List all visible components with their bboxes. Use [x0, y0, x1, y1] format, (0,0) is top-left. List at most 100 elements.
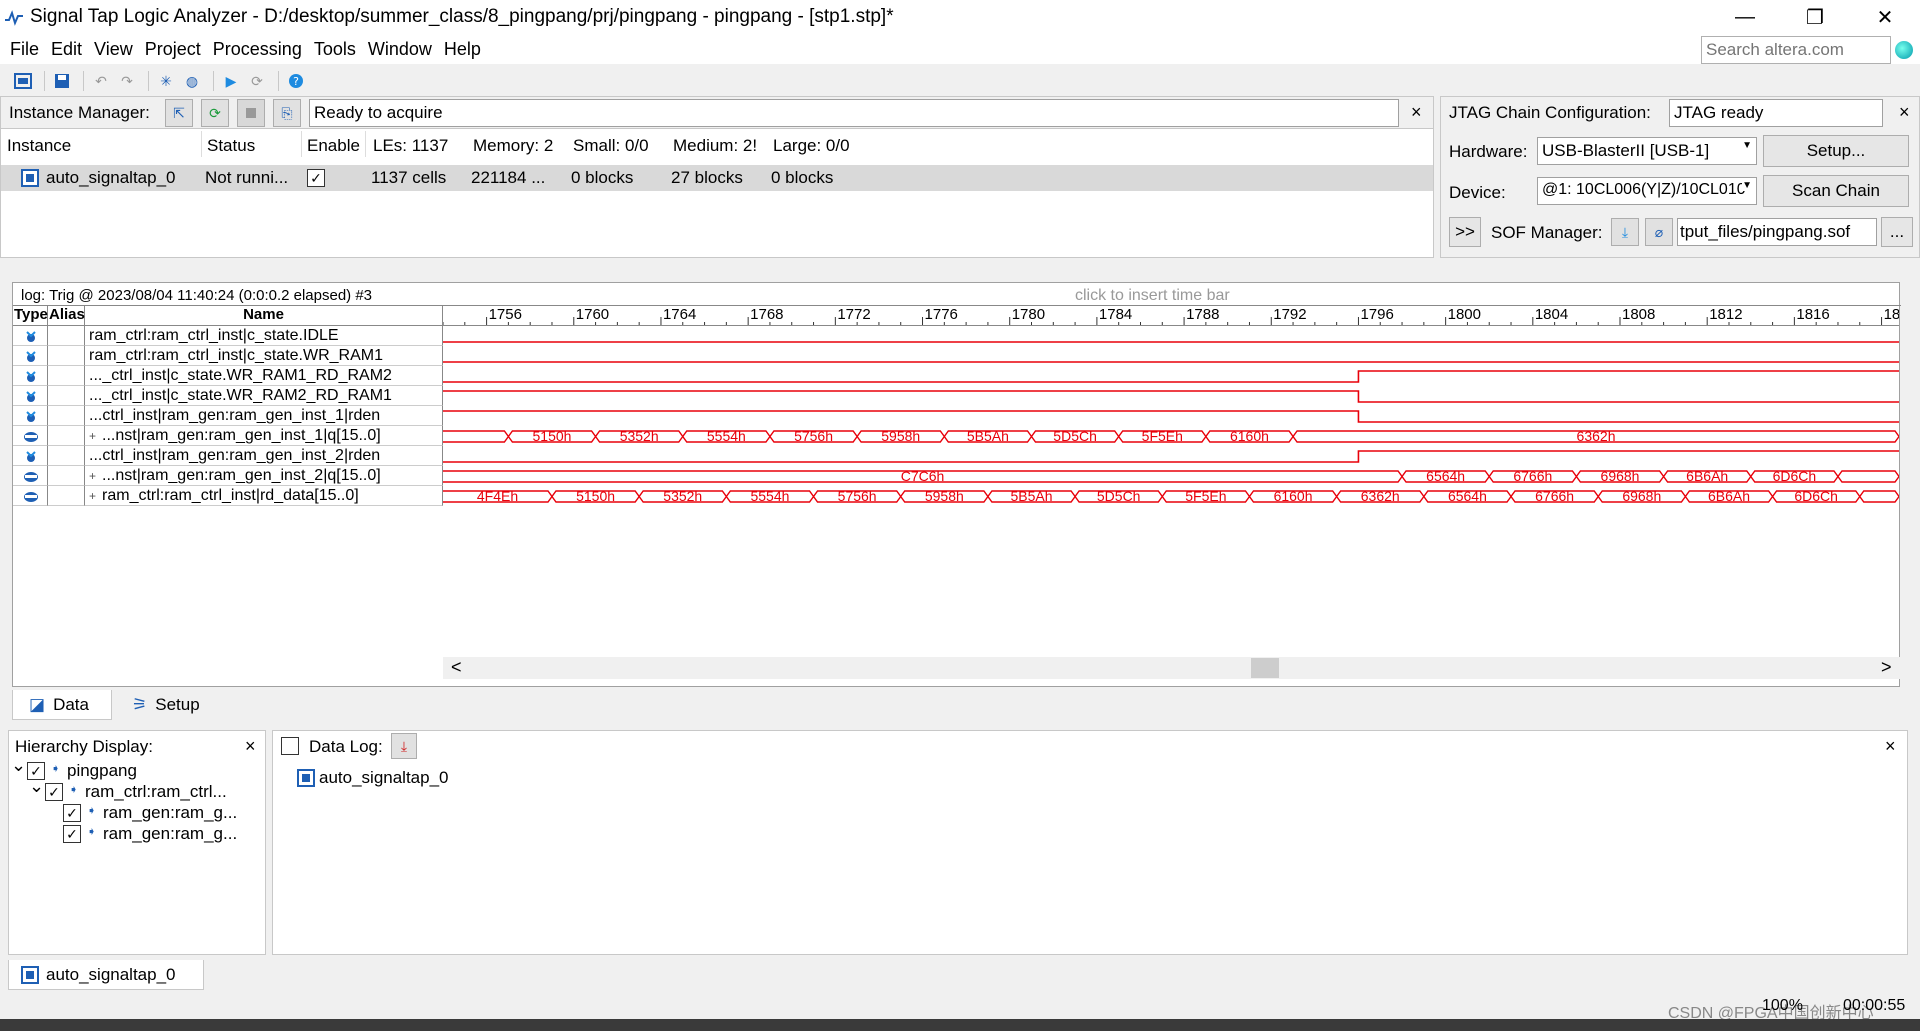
scroll-right-button[interactable]: >	[1881, 657, 1892, 678]
search-input[interactable]	[1701, 36, 1891, 64]
node-finder-icon[interactable]: ✳	[155, 70, 177, 92]
hierarchy-checkbox[interactable]: ✓	[45, 783, 63, 801]
undo-icon[interactable]: ↶	[90, 70, 112, 92]
hierarchy-item[interactable]: ⌄ ✓ ➧ ram_ctrl:ram_ctrl...	[9, 776, 265, 803]
signal-name-text: ..._ctrl_inst|c_state.WR_RAM2_RD_RAM1	[89, 387, 392, 404]
col-alias[interactable]: Alias	[48, 306, 85, 326]
signal-name[interactable]: ..._ctrl_inst|c_state.WR_RAM2_RD_RAM1	[85, 386, 443, 406]
signal-name[interactable]: + ...nst|ram_gen:ram_gen_inst_2|q[15..0]	[85, 466, 443, 486]
hardware-select[interactable]: USB-BlasterII [USB-1] ▼	[1537, 137, 1757, 165]
setup-button[interactable]: Setup...	[1763, 135, 1909, 167]
col-medium[interactable]: Medium: 2!	[673, 136, 765, 156]
hierarchy-item[interactable]: ✓ ➧ ram_gen:ram_g...	[9, 803, 265, 824]
menu-processing[interactable]: Processing	[211, 39, 304, 60]
scroll-left-button[interactable]: <	[451, 657, 462, 678]
maximize-button[interactable]: ❐	[1780, 0, 1850, 34]
col-memory[interactable]: Memory: 2	[473, 136, 553, 156]
bus-value-label: 5B5Ah	[1010, 488, 1052, 504]
run-icon[interactable]: ▶	[220, 70, 242, 92]
hierarchy-checkbox[interactable]: ✓	[63, 825, 81, 843]
col-name[interactable]: Name	[85, 306, 443, 326]
open-instance-icon[interactable]	[12, 70, 34, 92]
scrollbar-thumb[interactable]	[1251, 658, 1279, 678]
hierarchy-close-icon[interactable]: ×	[245, 736, 256, 757]
data-log-label: Data Log:	[309, 737, 383, 756]
sof-file-field[interactable]: tput_files/pingpang.sof	[1677, 218, 1877, 246]
minimize-button[interactable]: —	[1710, 0, 1780, 34]
horizontal-scrollbar[interactable]: < >	[443, 657, 1901, 679]
globe-icon[interactable]	[1895, 41, 1913, 59]
signal-name[interactable]: ram_ctrl:ram_ctrl_inst|c_state.WR_RAM1	[85, 346, 443, 366]
instance-manager-close-icon[interactable]: ×	[1411, 102, 1422, 123]
hierarchy-item[interactable]: ⌄ ✓ ➧ pingpang	[9, 755, 265, 782]
hierarchy-item-label: ram_gen:ram_g...	[103, 803, 238, 822]
help-icon[interactable]: ?	[285, 70, 307, 92]
browse-sof-button[interactable]: ...	[1881, 217, 1913, 247]
ruler-tick-label: 1784	[1099, 306, 1132, 323]
hierarchy-checkbox[interactable]: ✓	[63, 804, 81, 822]
col-les[interactable]: LEs: 1137	[373, 136, 448, 156]
hierarchy-item[interactable]: ✓ ➧ ram_gen:ram_g...	[9, 824, 265, 845]
col-status[interactable]: Status	[207, 136, 255, 156]
save-icon[interactable]	[51, 70, 73, 92]
signal-name[interactable]: ..._ctrl_inst|c_state.WR_RAM1_RD_RAM2	[85, 366, 443, 386]
col-enable[interactable]: Enable	[307, 136, 360, 156]
col-large[interactable]: Large: 0/0	[773, 136, 850, 156]
autorun-icon: ⇱	[173, 104, 185, 121]
data-log-item[interactable]: auto_signaltap_0	[319, 768, 449, 788]
instance-les: 1137 cells	[371, 168, 447, 187]
autorun-analysis-button[interactable]: ⇱	[165, 99, 193, 127]
col-instance[interactable]: Instance	[7, 136, 71, 156]
signal-name[interactable]: ram_ctrl:ram_ctrl_inst|c_state.IDLE	[85, 326, 443, 346]
col-small[interactable]: Small: 0/0	[573, 136, 649, 156]
time-ruler[interactable]: 1756 1760 1764 1768 1772 1776 1780 1784 1788 1792…	[443, 306, 1899, 326]
program-device-icon: ⤓	[1621, 223, 1629, 240]
menu-edit[interactable]: Edit	[49, 39, 84, 60]
toolbar-separator	[44, 71, 45, 91]
signal-name[interactable]: + ...nst|ram_gen:ram_gen_inst_1|q[15..0]	[85, 426, 443, 446]
autorun-icon[interactable]: ⟳	[246, 70, 268, 92]
signal-name[interactable]: ...ctrl_inst|ram_gen:ram_gen_inst_1|rden	[85, 406, 443, 426]
waveform-traces[interactable]: 5150h 5352h 5554h 5756h 5958h 5B5Ah 5D5Ch 5F5Eh…	[443, 326, 1899, 516]
binoculars-icon[interactable]: ◍	[181, 70, 203, 92]
log-icon: ⤓	[400, 737, 408, 754]
data-log-checkbox[interactable]	[281, 737, 299, 755]
tab-setup[interactable]: ⚞ Setup	[120, 690, 230, 720]
chevron-down-icon[interactable]: ⌄	[29, 776, 44, 797]
expand-bus-icon[interactable]: +	[89, 429, 96, 443]
signal-type-cell	[13, 466, 48, 486]
scan-chain-button[interactable]: Scan Chain	[1763, 175, 1909, 207]
data-log-enable-button[interactable]: ⤓	[391, 733, 417, 759]
menu-help[interactable]: Help	[442, 39, 483, 60]
run-analysis-button[interactable]: ⟳	[201, 99, 229, 127]
menu-file[interactable]: File	[8, 39, 41, 60]
menu-window[interactable]: Window	[366, 39, 434, 60]
expand-bus-icon[interactable]: +	[89, 489, 96, 503]
program-device-button[interactable]: ⤓	[1611, 218, 1639, 246]
expand-bus-icon[interactable]: +	[89, 469, 96, 483]
insert-time-bar-hint[interactable]: click to insert time bar	[1075, 287, 1230, 305]
chevron-down-icon[interactable]: ⌄	[11, 755, 26, 776]
data-log-close-icon[interactable]: ×	[1885, 736, 1896, 757]
signal-name-text: ram_ctrl:ram_ctrl_inst|c_state.IDLE	[89, 327, 339, 344]
instance-tab[interactable]: auto_signaltap_0	[8, 960, 204, 990]
read-data-button[interactable]: ⎘	[273, 99, 301, 127]
bit-trace	[443, 410, 1899, 423]
jtag-close-icon[interactable]: ×	[1899, 102, 1910, 123]
bus-value-label: 5150h	[576, 488, 615, 504]
attach-sof-button[interactable]: ⌀	[1645, 218, 1673, 246]
tab-data[interactable]: ◪ Data	[12, 690, 112, 720]
menu-view[interactable]: View	[92, 39, 135, 60]
signal-name[interactable]: + ram_ctrl:ram_ctrl_inst|rd_data[15..0]	[85, 486, 443, 506]
signal-name[interactable]: ...ctrl_inst|ram_gen:ram_gen_inst_2|rden	[85, 446, 443, 466]
redo-icon[interactable]: ↷	[116, 70, 138, 92]
stop-analysis-button[interactable]	[237, 99, 265, 127]
menu-project[interactable]: Project	[143, 39, 203, 60]
menu-tools[interactable]: Tools	[312, 39, 358, 60]
close-window-button[interactable]: ✕	[1850, 0, 1920, 34]
instance-enable-checkbox[interactable]: ✓	[307, 169, 325, 187]
instance-row[interactable]: auto_signaltap_0 Not runni... ✓ 1137 cel…	[1, 165, 1433, 191]
expand-sof-button[interactable]: >>	[1449, 217, 1481, 247]
device-select[interactable]: @1: 10CL006(Y|Z)/10CL010 ▼	[1537, 177, 1757, 205]
col-type[interactable]: Type	[13, 306, 48, 326]
